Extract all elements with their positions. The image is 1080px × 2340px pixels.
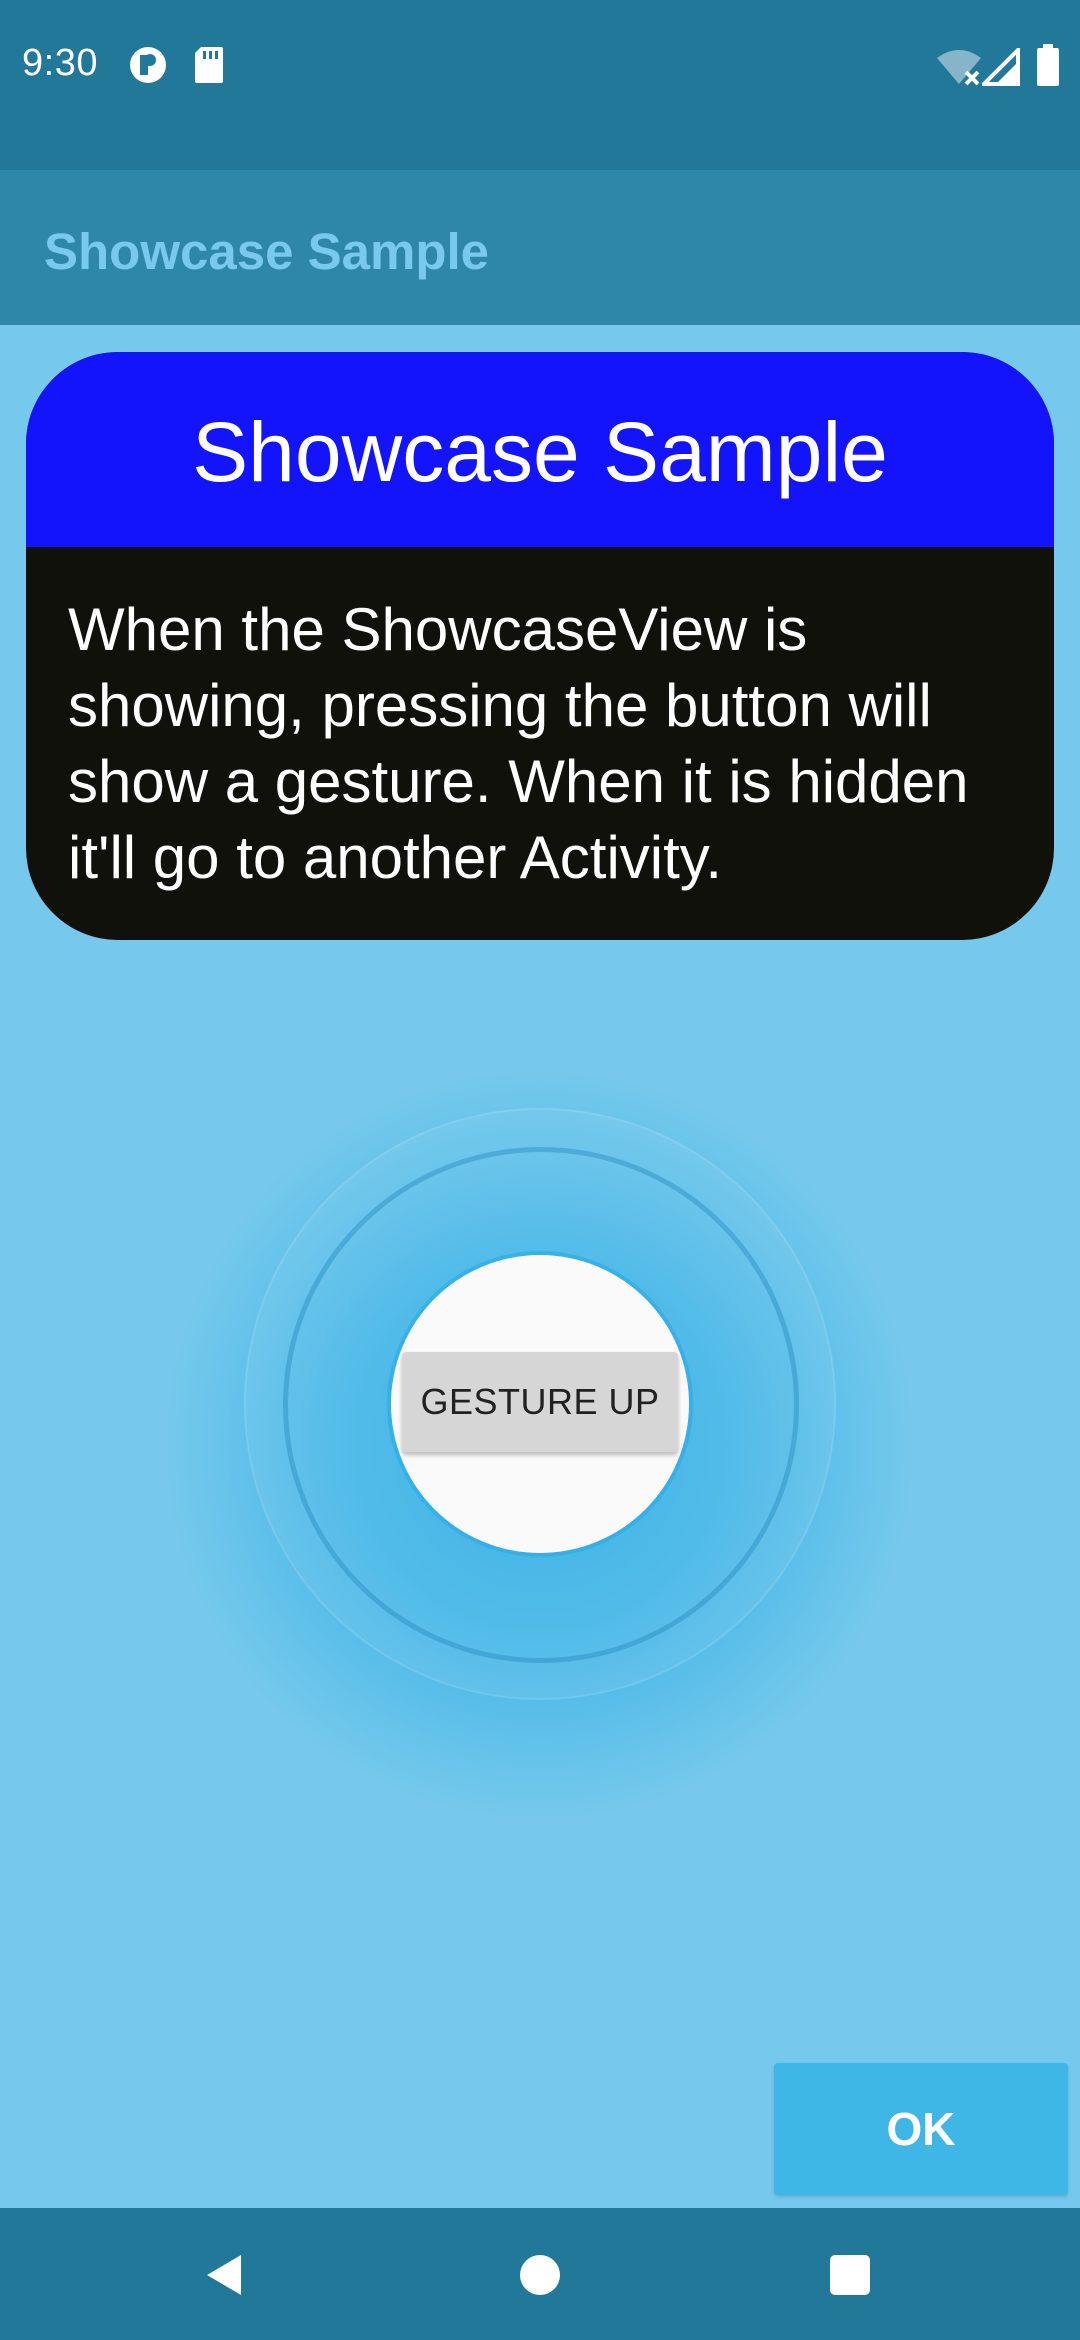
showcase-card: Showcase Sample When the ShowcaseView is…: [26, 352, 1054, 940]
recents-icon[interactable]: [815, 2240, 885, 2310]
status-time: 9:30: [22, 42, 98, 84]
battery-icon: [1036, 44, 1060, 91]
showcase-title: Showcase Sample: [192, 405, 888, 499]
gesture-up-button[interactable]: GESTURE UP: [402, 1352, 678, 1452]
signal-icon: [979, 45, 1020, 91]
app-title: Showcase Sample: [44, 223, 490, 280]
home-icon[interactable]: [505, 2240, 575, 2310]
wifi-off-icon: [936, 48, 982, 91]
notification-icon: [128, 45, 168, 90]
showcase-text: When the ShowcaseView is showing, pressi…: [68, 596, 969, 891]
showcase-header: Showcase Sample: [26, 352, 1054, 547]
ok-button[interactable]: OK: [774, 2063, 1068, 2195]
back-icon[interactable]: [190, 2240, 260, 2310]
status-bar-extension: [0, 138, 1080, 170]
sd-card-icon: [193, 45, 225, 90]
